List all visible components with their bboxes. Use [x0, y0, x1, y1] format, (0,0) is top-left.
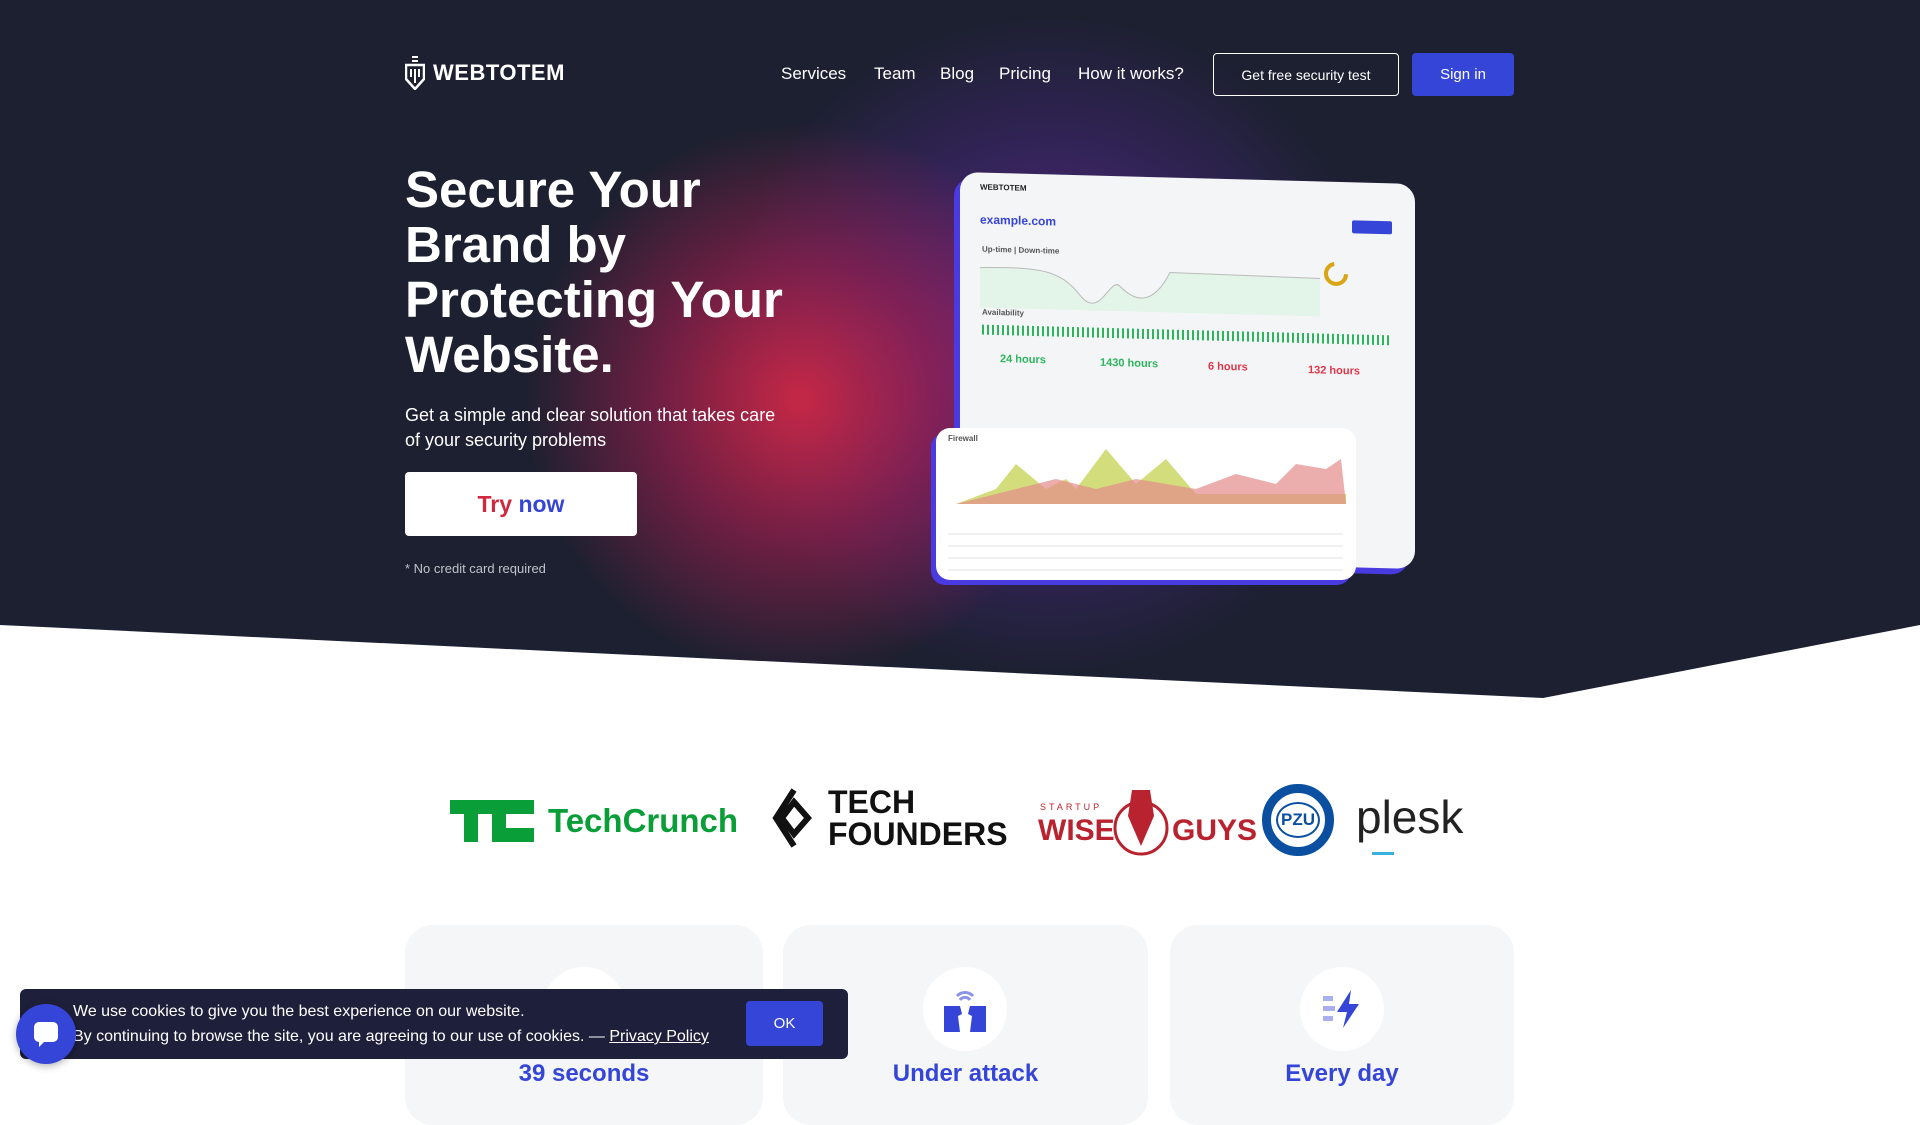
- no-credit-card-note: * No credit card required: [405, 561, 546, 576]
- totem-shield-icon: [405, 56, 425, 90]
- firewall-chart: [956, 449, 1346, 504]
- firewall-title: Firewall: [948, 434, 978, 443]
- brand-logo[interactable]: WEBTOTEM: [405, 56, 565, 90]
- plesk-underline: [1372, 852, 1394, 855]
- cookie-text-line1: We use cookies to give you the best expe…: [73, 1003, 525, 1020]
- wise-guy-figure-icon: [1113, 790, 1169, 856]
- nav-blog[interactable]: Blog: [940, 64, 974, 84]
- feature-card-every-day: Every day: [1170, 925, 1514, 1125]
- uptime-chart: [980, 267, 1320, 317]
- partner-logos: TechCrunch TECH FOUNDERS STARTUP WISE GU…: [0, 778, 1920, 858]
- nav-services[interactable]: Services: [781, 64, 846, 84]
- try-word: Try: [477, 490, 513, 517]
- tech-founders-logo: TECH FOUNDERS: [772, 786, 1008, 850]
- lightning-icon: [1300, 967, 1384, 1051]
- cookie-text: By continuing to browse the site, you ar…: [73, 1028, 610, 1045]
- feature-card-title: Every day: [1285, 1060, 1399, 1087]
- feature-card-title: 39 seconds: [518, 1060, 650, 1087]
- stat-daily-uptime: 24 hours: [1000, 353, 1046, 367]
- nav-how-it-works[interactable]: How it works?: [1078, 64, 1184, 84]
- stat-daily-downtime: 6 hours: [1208, 360, 1248, 374]
- privacy-policy-link[interactable]: Privacy Policy: [609, 1028, 709, 1045]
- mockup-button: [1352, 220, 1392, 235]
- heads-signal-icon: [923, 967, 1007, 1051]
- hero-subtitle: Get a simple and clear solution that tak…: [405, 405, 776, 450]
- nav-pricing[interactable]: Pricing: [999, 64, 1051, 84]
- now-word: now: [518, 490, 565, 517]
- pzu-logo: PZU: [1262, 784, 1334, 856]
- uptime-gauge: [1324, 261, 1348, 286]
- nav-team[interactable]: Team: [874, 64, 916, 84]
- mockup-uptime-title: Up-time | Down-time: [982, 244, 1060, 256]
- brand-name: WEBTOTEM: [433, 60, 565, 85]
- mockup-brand: WEBTOTEM: [980, 182, 1027, 193]
- tc-mark-icon: [450, 800, 534, 842]
- stat-30day-uptime: 1430 hours: [1100, 356, 1159, 371]
- cookie-ok-button[interactable]: OK: [746, 1001, 823, 1046]
- startup-wise-guys-logo: STARTUP WISE GUYS: [1038, 786, 1257, 856]
- hero-title: Secure Your Brand by Protecting Your Web…: [405, 161, 783, 383]
- cookie-text-line2: By continuing to browse the site, you ar…: [73, 1028, 709, 1046]
- cookie-banner: We use cookies to give you the best expe…: [20, 989, 848, 1059]
- availability-bars: [982, 324, 1392, 346]
- plesk-logo: plesk: [1356, 790, 1463, 855]
- tech-founders-mark-icon: [772, 788, 812, 848]
- chat-bubble-icon: [34, 1022, 58, 1047]
- chat-widget-button[interactable]: [16, 1004, 76, 1064]
- stat-30day-downtime: 132 hours: [1308, 364, 1360, 378]
- try-now-button[interactable]: Try now: [405, 472, 637, 536]
- techcrunch-logo: TechCrunch: [450, 800, 738, 842]
- feature-card-title: Under attack: [892, 1060, 1039, 1087]
- mockup-availability-title: Availability: [982, 307, 1024, 318]
- get-free-security-test-button[interactable]: Get free security test: [1213, 53, 1399, 96]
- mockup-domain: example.com: [980, 212, 1057, 229]
- firewall-mockup: Firewall: [936, 428, 1356, 580]
- sign-in-button[interactable]: Sign in: [1412, 53, 1514, 96]
- firewall-table: [948, 523, 1343, 573]
